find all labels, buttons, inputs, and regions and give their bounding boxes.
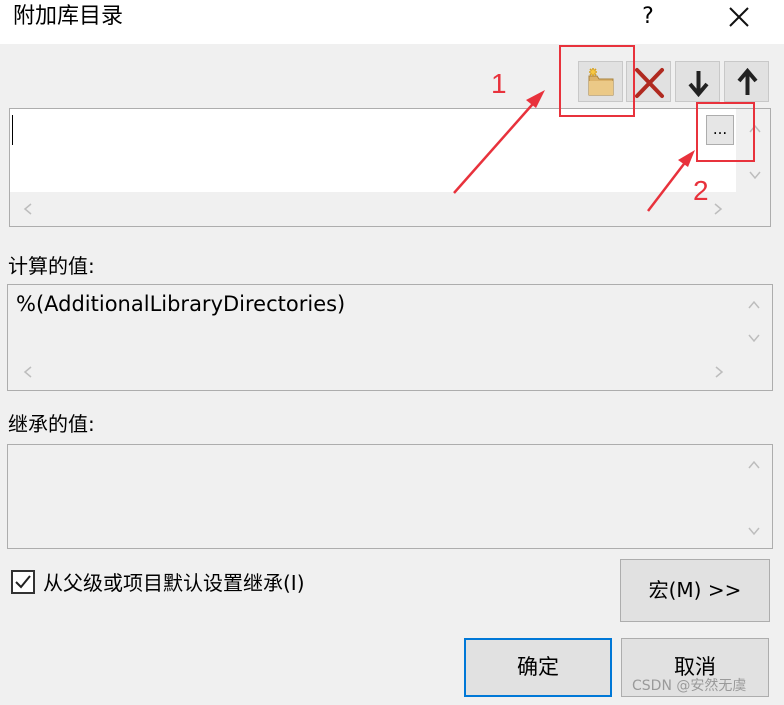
watermark: CSDN @安然无虞 [632, 678, 747, 694]
annotation-arrows [453, 90, 695, 212]
